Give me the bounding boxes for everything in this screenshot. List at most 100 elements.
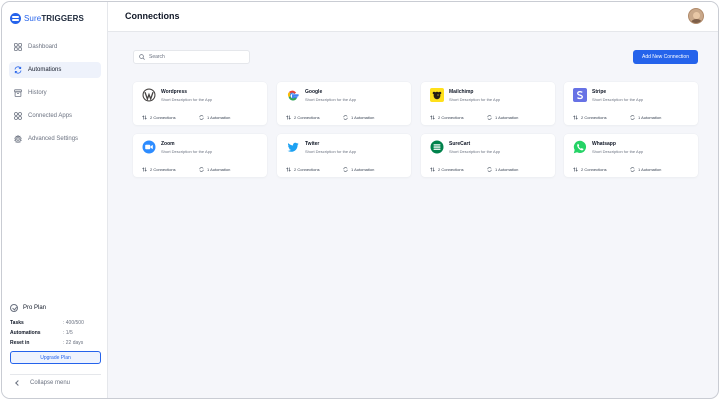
search-box[interactable] [133,50,250,64]
connection-card-google[interactable]: Google Short Description for the App 2 C… [277,82,411,125]
automations-count: 1 Automation [487,167,518,172]
connections-icon [573,167,578,172]
upgrade-plan-button[interactable]: Upgrade Plan [10,351,101,365]
connections-count: 2 Connections [286,167,320,172]
connection-card-twitter[interactable]: Twiter Short Description for the App 2 C… [277,134,411,177]
chevron-left-icon [15,380,21,386]
connection-card-whatsapp[interactable]: Whatsapp Short Description for the App 2… [564,134,698,177]
sidebar-item-label: Automations [28,67,62,73]
plan-row-key: Reset in [10,340,30,347]
connection-card-stripe[interactable]: Stripe Short Description for the App 2 C… [564,82,698,125]
surecart-icon [430,140,444,154]
plan-row-key: Automations [10,330,41,337]
connections-icon [573,115,578,120]
connections-count: 2 Connections [573,167,607,172]
app-description: Short Description for the App [161,149,213,154]
connections-icon [430,167,435,172]
plan-row-value: : 1/5 [63,330,73,337]
google-icon [286,88,300,102]
mailchimp-icon [430,88,444,102]
automations-label: 1 Automation [495,115,519,120]
app-description: Short Description for the App [305,149,357,154]
gear-icon [14,135,22,143]
apps-icon [14,112,22,120]
automations-count: 1 Automation [487,115,518,120]
sidebar-item-label: Dashboard [28,44,58,50]
app-name: Zoom [161,141,175,147]
connection-card-mailchimp[interactable]: Mailchimp Short Description for the App … [421,82,555,125]
plan-row-reset: Reset in : 22 days [10,340,102,346]
automations-label: 1 Automation [351,167,375,172]
connections-count: 2 Connections [286,115,320,120]
connections-icon [286,115,291,120]
automations-label: 1 Automation [207,167,231,172]
sidebar-nav: Dashboard Automations History Connected … [9,39,101,154]
plan-summary: Pro Plan Tasks : 400/500 Automations : 1… [10,304,102,365]
connections-label: 2 Connections [294,167,320,172]
search-input[interactable] [149,52,239,62]
sidebar-divider [10,374,101,375]
brand-name-sure: Sure [24,13,42,23]
plan-row-tasks: Tasks : 400/500 [10,320,102,326]
app-description: Short Description for the App [161,97,213,102]
app-name: Twiter [305,141,320,147]
app-description: Short Description for the App [449,97,501,102]
brand-logo[interactable]: SureTRIGGERS [10,11,84,25]
app-name: SureCart [449,141,471,147]
sidebar-item-history[interactable]: History [9,85,101,101]
connection-card-surecart[interactable]: SureCart Short Description for the App 2… [421,134,555,177]
sidebar-item-label: Advanced Settings [28,136,79,142]
whatsapp-icon [573,140,587,154]
plan-name: Pro Plan [23,305,47,311]
connections-label: 2 Connections [294,115,320,120]
collapse-menu-button[interactable]: Collapse menu [10,380,102,386]
automations-count: 1 Automation [630,167,661,172]
sidebar: SureTRIGGERS Dashboard Automations Histo… [2,2,108,398]
search-icon [139,54,145,60]
plan-row-key: Tasks [10,320,24,326]
connections-label: 2 Connections [150,115,176,120]
stripe-icon [573,88,587,102]
automations-label: 1 Automation [351,115,375,120]
plan-row-value: : 400/500 [63,320,84,326]
brand-name: SureTRIGGERS [24,14,84,23]
app-window: SureTRIGGERS Dashboard Automations Histo… [1,1,719,399]
app-name: Whatsapp [592,141,616,147]
connections-label: 2 Connections [581,167,607,172]
check-circle-icon [10,304,18,312]
connection-card-wordpress[interactable]: Wordpress Short Description for the App … [133,82,267,125]
app-name: Stripe [592,89,607,95]
brand-name-triggers: TRIGGERS [41,13,84,23]
connections-icon [142,115,147,120]
avatar[interactable] [688,8,704,24]
automations-count: 1 Automation [199,167,230,172]
automation-icon [199,115,204,120]
automations-count: 1 Automation [199,115,230,120]
connections-label: 2 Connections [438,115,464,120]
connections-icon [286,167,291,172]
automations-label: 1 Automation [638,167,662,172]
refresh-icon [14,66,22,74]
app-description: Short Description for the App [592,149,644,154]
app-name: Google [305,89,323,95]
twitter-icon [286,140,300,154]
automations-count: 1 Automation [343,115,374,120]
add-new-connection-button[interactable]: Add New Connection [633,50,698,64]
plan-row-value: : 22 days [63,340,84,347]
connections-count: 2 Connections [573,115,607,120]
sidebar-item-advanced-settings[interactable]: Advanced Settings [9,131,101,147]
automations-label: 1 Automation [207,115,231,120]
connection-card-zoom[interactable]: Zoom Short Description for the App 2 Con… [133,134,267,177]
connections-count: 2 Connections [430,115,464,120]
automations-label: 1 Automation [638,115,662,120]
connections-count: 2 Connections [430,167,464,172]
logo-icon [10,12,21,24]
automation-icon [487,167,492,172]
automation-icon [487,115,492,120]
sidebar-item-dashboard[interactable]: Dashboard [9,39,101,55]
grid-icon [14,43,22,51]
sidebar-item-connected-apps[interactable]: Connected Apps [9,108,101,124]
plan-row-automations: Automations : 1/5 [10,330,102,336]
sidebar-item-automations[interactable]: Automations [9,62,101,78]
connections-count: 2 Connections [142,167,176,172]
